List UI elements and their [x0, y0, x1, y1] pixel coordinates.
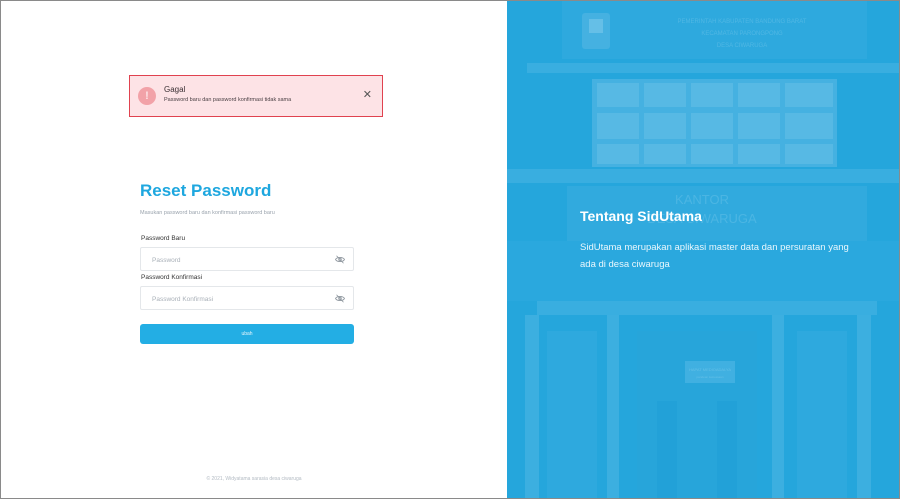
confirm-password-field	[140, 286, 354, 311]
alert-message: Password baru dan password konfirmasi ti…	[164, 97, 292, 103]
about-panel: PEMERINTAH KABUPATEN BANDUNG BARAT KECAM…	[507, 1, 899, 498]
eye-off-icon[interactable]	[335, 294, 345, 303]
new-password-input[interactable]	[150, 248, 334, 272]
new-password-label: Password Baru	[141, 235, 186, 242]
page-subtitle: Masukan password baru dan konfirmasi pas…	[140, 210, 275, 216]
alert-circle-icon: !	[138, 87, 156, 105]
close-icon[interactable]: ✕	[363, 88, 372, 102]
page-title: Reset Password	[140, 181, 272, 200]
app-window: ! Gagal Password baru dan password konfi…	[0, 0, 900, 499]
footer-copyright: © 2021, Widyatama sarasia desa ciwaruga	[206, 476, 302, 482]
alert-title: Gagal	[164, 85, 186, 94]
error-alert: ! Gagal Password baru dan password konfi…	[129, 75, 383, 117]
about-title: Tentang SidUtama	[580, 208, 702, 224]
confirm-password-label: Password Konfirmasi	[141, 274, 203, 281]
about-description: SidUtama merupakan aplikasi master data …	[580, 242, 849, 270]
new-password-field	[140, 247, 354, 272]
submit-button[interactable]: ubah	[140, 324, 354, 344]
confirm-password-input[interactable]	[150, 287, 334, 311]
reset-password-panel: ! Gagal Password baru dan password konfi…	[1, 1, 507, 498]
eye-off-icon[interactable]	[335, 255, 345, 264]
